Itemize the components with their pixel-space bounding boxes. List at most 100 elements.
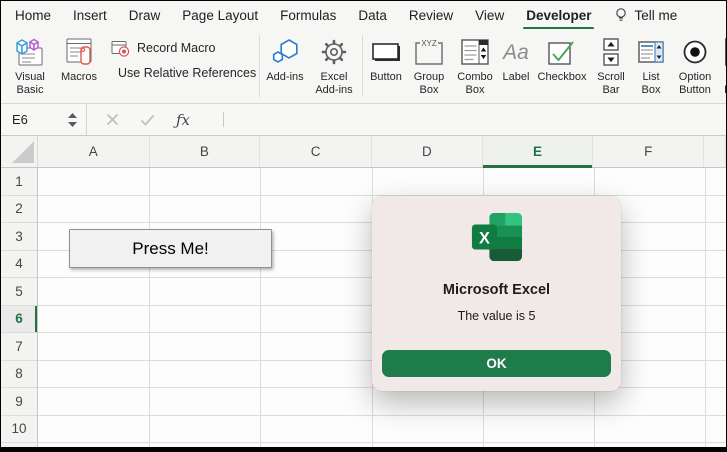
dialog-title: Microsoft Excel xyxy=(442,282,551,298)
tell-me[interactable]: Tell me xyxy=(613,7,677,23)
list-box-icon xyxy=(635,34,667,70)
menu-tab-home[interactable]: Home xyxy=(15,8,51,23)
name-box-stepper[interactable] xyxy=(68,112,77,127)
select-all-corner[interactable] xyxy=(1,136,38,167)
excel-add-ins-label: Excel Add-ins xyxy=(315,71,353,96)
row-header-7[interactable]: 7 xyxy=(1,333,37,361)
column-header-partial[interactable] xyxy=(704,136,726,167)
menubar-tabs: Home Insert Draw Page Layout Formulas Data Rev… xyxy=(15,8,595,30)
label-control[interactable]: Aa Label xyxy=(499,34,533,84)
row-header-10[interactable]: 10 xyxy=(1,416,37,443)
ribbon-separator xyxy=(362,35,363,97)
scroll-bar-control[interactable]: Scroll Bar xyxy=(591,34,631,97)
column-header-F[interactable]: F xyxy=(593,136,705,167)
row-headers: 1234567891011 xyxy=(1,168,38,452)
gridline xyxy=(149,168,150,452)
menu-tab-draw[interactable]: Draw xyxy=(129,8,161,23)
gridline xyxy=(260,168,261,452)
excel-logo-icon: X xyxy=(471,212,522,262)
menu-tab-developer[interactable]: Developer xyxy=(523,8,595,30)
lightbulb-icon xyxy=(616,8,627,21)
checkbox-control[interactable]: Checkbox xyxy=(534,34,590,84)
scroll-bar-icon xyxy=(595,34,627,70)
checkbox-label: Checkbox xyxy=(537,71,587,83)
macros-button[interactable]: Macros xyxy=(55,34,103,84)
svg-text:X: X xyxy=(478,229,489,247)
visual-basic-label: Visual Basic xyxy=(15,71,45,96)
row-header-3[interactable]: 3 xyxy=(1,223,37,251)
ok-button[interactable]: OK xyxy=(382,350,611,377)
group-box-control[interactable]: XYZ Group Box xyxy=(407,34,451,97)
list-box-control[interactable]: List Box xyxy=(632,34,670,97)
tell-me-label: Tell me xyxy=(634,7,678,23)
menu-tab-data[interactable]: Data xyxy=(358,8,387,23)
use-relative-references-label: Use Relative References xyxy=(118,66,257,80)
column-header-E[interactable]: E xyxy=(482,136,594,168)
record-macro-label: Record Macro xyxy=(137,41,216,55)
row-header-9[interactable]: 9 xyxy=(1,388,37,416)
option-button-control[interactable]: Option Button xyxy=(671,34,719,97)
insert-function-icon[interactable]: ƒx xyxy=(176,111,190,129)
group-box-label: Group Box xyxy=(413,71,445,96)
column-header-C[interactable]: C xyxy=(260,136,372,167)
press-me-button[interactable]: Press Me! xyxy=(69,229,272,268)
menu-tab-formulas[interactable]: Formulas xyxy=(280,8,336,23)
row-header-4[interactable]: 4 xyxy=(1,251,37,278)
button-control-icon xyxy=(370,34,402,70)
button-control-label: Button xyxy=(370,71,402,83)
dialog-message: The value is 5 xyxy=(457,309,536,323)
menu-tab-page-layout[interactable]: Page Layout xyxy=(182,8,258,23)
gridline xyxy=(38,414,726,416)
label-control-icon: Aa xyxy=(500,34,532,70)
scroll-bar-label: Scroll Bar xyxy=(597,71,625,96)
record-macro-button[interactable]: Record Macro xyxy=(111,39,256,57)
menu-tab-view[interactable]: View xyxy=(475,8,504,23)
column-header-B[interactable]: B xyxy=(150,136,261,167)
add-ins-label: Add-ins xyxy=(266,71,304,83)
row-header-6[interactable]: 6 xyxy=(1,305,37,333)
gridline xyxy=(38,442,726,443)
label-control-label: Label xyxy=(502,71,530,83)
press-me-label: Press Me! xyxy=(132,238,209,258)
spin-button-control[interactable]: Spin Button xyxy=(720,34,726,97)
menu-tab-review[interactable]: Review xyxy=(409,8,453,23)
group-box-icon: XYZ xyxy=(413,34,445,70)
record-macro-icon xyxy=(111,41,130,57)
form-button-control[interactable]: Button xyxy=(366,34,406,84)
row-header-2[interactable]: 2 xyxy=(1,196,37,223)
add-ins-button[interactable]: Add-ins xyxy=(263,34,307,84)
name-box[interactable]: E6 xyxy=(1,104,87,135)
use-relative-references-button[interactable]: Use Relative References xyxy=(111,64,256,82)
alert-dialog: X Microsoft Excel The value is 5 OK xyxy=(372,196,621,391)
select-all-triangle-icon xyxy=(11,141,34,163)
ribbon-separator xyxy=(259,35,260,97)
combo-box-control[interactable]: Combo Box xyxy=(452,34,498,97)
excel-add-ins-button[interactable]: Excel Add-ins xyxy=(309,34,359,97)
column-header-D[interactable]: D xyxy=(372,136,483,167)
menubar: Home Insert Draw Page Layout Formulas Data Rev… xyxy=(1,1,726,30)
column-headers: ABCDEF xyxy=(1,136,726,168)
svg-text:Aa: Aa xyxy=(501,41,529,64)
enter-check-icon[interactable] xyxy=(140,114,155,126)
spin-button-label: Spin Button xyxy=(720,71,726,97)
screen-bottom-edge xyxy=(1,447,726,452)
macros-icon xyxy=(62,34,96,70)
ok-button-label: OK xyxy=(486,356,507,371)
row-header-8[interactable]: 8 xyxy=(1,361,37,388)
option-button-label: Option Button xyxy=(678,71,712,96)
list-box-label: List Box xyxy=(641,71,661,96)
row-header-5[interactable]: 5 xyxy=(1,278,37,306)
excel-window: Home Insert Draw Page Layout Formulas Data Rev… xyxy=(0,0,727,452)
visual-basic-button[interactable]: Visual Basic xyxy=(7,34,53,97)
combo-box-label: Combo Box xyxy=(457,71,493,96)
combo-box-icon xyxy=(459,34,491,70)
row-header-1[interactable]: 1 xyxy=(1,168,37,196)
column-header-A[interactable]: A xyxy=(38,136,150,167)
formula-bar: E6 ƒx xyxy=(1,104,726,136)
name-box-value: E6 xyxy=(12,112,28,127)
ribbon-developer: Visual Basic Macros Record Macro Use Rel… xyxy=(1,29,726,104)
option-button-icon xyxy=(679,34,711,70)
cancel-icon[interactable] xyxy=(106,113,119,126)
svg-text:XYZ: XYZ xyxy=(421,39,437,48)
menu-tab-insert[interactable]: Insert xyxy=(73,8,107,23)
